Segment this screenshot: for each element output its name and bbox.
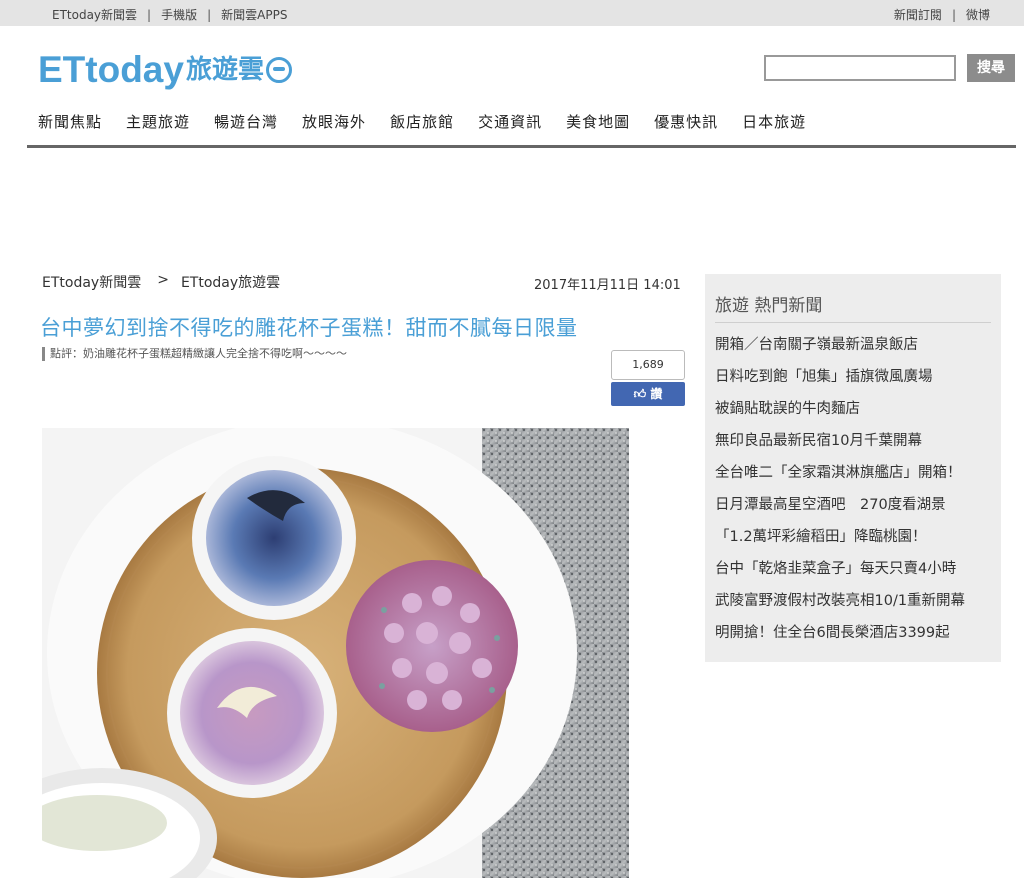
facebook-like-label: 讚 — [650, 387, 663, 401]
list-item[interactable]: 明開搶！住全台6間長榮酒店3399起 — [715, 622, 965, 654]
nav-item-transport[interactable]: 交通資訊 — [478, 111, 542, 132]
list-item[interactable]: 全台唯二「全家霜淇淋旗艦店」開箱！ — [715, 462, 965, 494]
list-item[interactable]: 日料吃到飽「旭集」插旗微風廣場 — [715, 366, 965, 398]
topbar-right-links: 新聞訂閱 | 微博 — [894, 6, 990, 23]
topbar-link-subscribe[interactable]: 新聞訂閱 — [894, 6, 942, 23]
nav-item-food-map[interactable]: 美食地圖 — [566, 111, 630, 132]
list-item[interactable]: 無印良品最新民宿10月千葉開幕 — [715, 430, 965, 462]
plane-icon — [265, 57, 292, 83]
nav-item-deals[interactable]: 優惠快訊 — [654, 111, 718, 132]
nav-item-hotels[interactable]: 飯店旅館 — [390, 111, 454, 132]
article-photo — [42, 428, 629, 878]
breadcrumb-home[interactable]: ETtoday新聞雲 — [42, 272, 141, 292]
breadcrumb-travel[interactable]: ETtoday旅遊雲 — [181, 272, 280, 292]
list-item[interactable]: 台中「乾烙韭菜盒子」每天只賣4小時 — [715, 558, 965, 590]
topbar-link-ettoday[interactable]: ETtoday新聞雲 — [52, 6, 137, 23]
main-nav: 新聞焦點 主題旅遊 暢遊台灣 放眼海外 飯店旅館 交通資訊 美食地圖 優惠快訊 … — [38, 111, 830, 132]
separator: | — [951, 7, 956, 22]
facebook-like-count: 1,689 — [611, 350, 685, 380]
breadcrumb-separator: > — [157, 272, 169, 288]
nav-item-japan[interactable]: 日本旅遊 — [742, 111, 806, 132]
list-item[interactable]: 開箱／台南關子嶺最新溫泉飯店 — [715, 334, 965, 366]
nav-item-taiwan[interactable]: 暢遊台灣 — [214, 111, 278, 132]
list-item[interactable]: 被鍋貼耽誤的牛肉麵店 — [715, 398, 965, 430]
list-item[interactable]: 日月潭最高星空酒吧 270度看湖景 — [715, 494, 965, 526]
article-title: 台中夢幻到捨不得吃的雕花杯子蛋糕！甜而不膩每日限量 — [40, 316, 578, 340]
nav-item-overseas[interactable]: 放眼海外 — [302, 111, 366, 132]
sidebar-divider — [715, 322, 991, 323]
site-logo[interactable]: ETtoday 旅遊雲 — [38, 48, 292, 92]
sidebar-heading: 旅遊 熱門新聞 — [715, 296, 823, 316]
article-subtitle: 點評：奶油雕花杯子蛋糕超精緻讓人完全捨不得吃啊～～～～ — [42, 347, 347, 361]
hot-news-list: 開箱／台南關子嶺最新溫泉飯店 日料吃到飽「旭集」插旗微風廣場 被鍋貼耽誤的牛肉麵… — [715, 334, 965, 654]
topbar-link-weibo[interactable]: 微博 — [966, 6, 990, 23]
nav-item-news-focus[interactable]: 新聞焦點 — [38, 111, 102, 132]
topbar-link-apps[interactable]: 新聞雲APPS — [221, 6, 287, 23]
facebook-like-button[interactable]: 👍︎ 讚 — [611, 382, 685, 406]
search-input[interactable] — [764, 55, 956, 81]
logo-section: 旅遊雲 — [185, 55, 264, 85]
top-utility-bar: ETtoday新聞雲 | 手機版 | 新聞雲APPS 新聞訂閱 | 微博 — [0, 0, 1024, 26]
separator: | — [147, 7, 152, 22]
nav-item-theme-travel[interactable]: 主題旅遊 — [126, 111, 190, 132]
topbar-link-mobile[interactable]: 手機版 — [161, 6, 197, 23]
cupcakes-photo — [42, 428, 629, 878]
topbar-left-links: ETtoday新聞雲 | 手機版 | 新聞雲APPS — [52, 6, 287, 23]
hot-news-sidebar: 旅遊 熱門新聞 開箱／台南關子嶺最新溫泉飯店 日料吃到飽「旭集」插旗微風廣場 被… — [705, 274, 1001, 662]
separator: | — [207, 7, 212, 22]
logo-brand: ETtoday — [38, 49, 184, 90]
article-date: 2017年11月11日 14:01 — [534, 278, 681, 293]
thumbs-up-icon: 👍︎ — [633, 387, 647, 401]
facebook-like-widget: 1,689 👍︎ 讚 — [611, 350, 685, 406]
list-item[interactable]: 「1.2萬坪彩繪稻田」降臨桃園！ — [715, 526, 965, 558]
breadcrumb: ETtoday新聞雲 > ETtoday旅遊雲 — [42, 272, 280, 292]
nav-divider — [27, 145, 1016, 148]
search-button[interactable]: 搜尋 — [967, 54, 1015, 82]
list-item[interactable]: 武陵富野渡假村改裝亮相10/1重新開幕 — [715, 590, 965, 622]
